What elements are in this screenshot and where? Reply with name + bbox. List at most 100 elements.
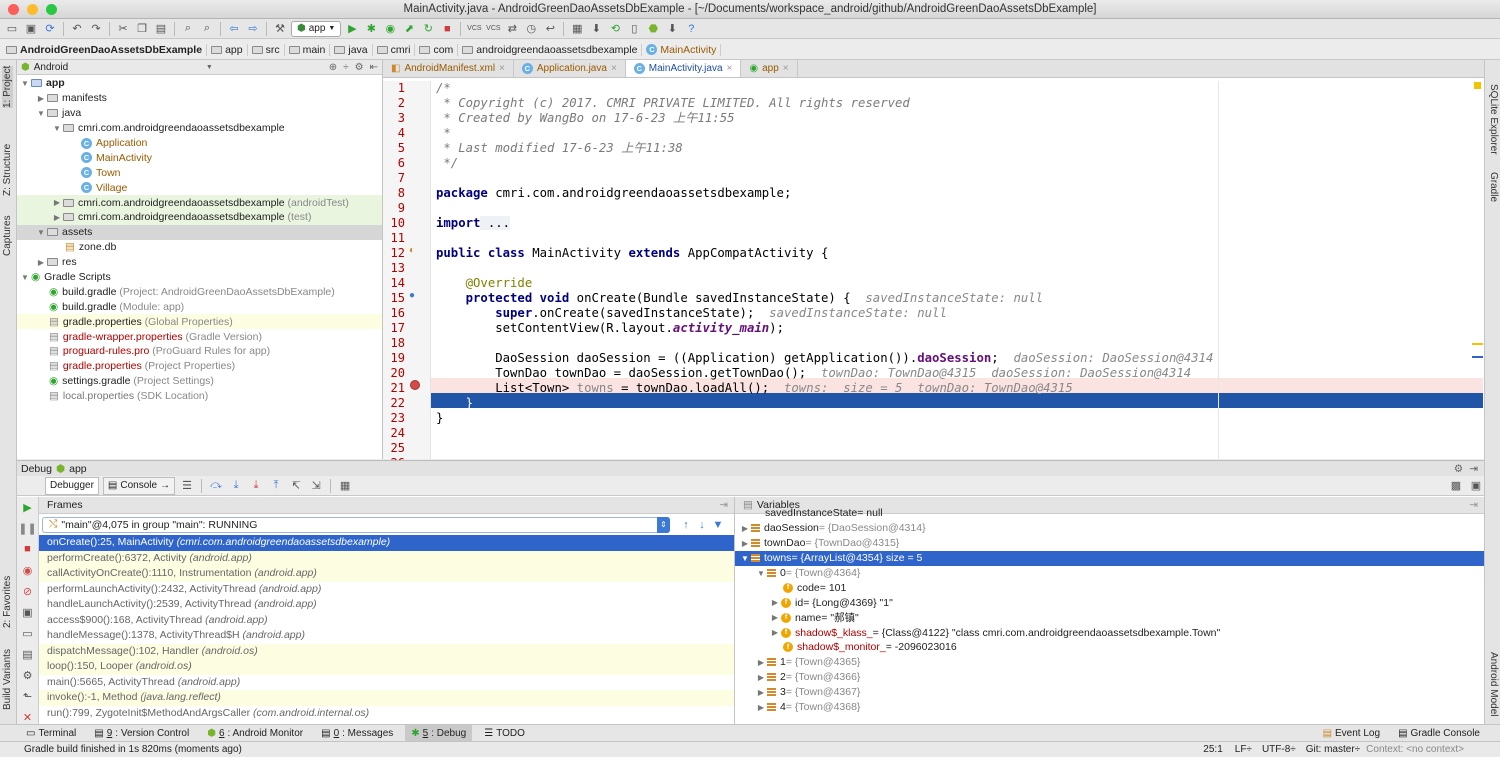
tool-tab-todo[interactable]: ☰ TODO bbox=[478, 725, 531, 741]
forward-icon[interactable]: ⇨ bbox=[245, 21, 261, 37]
stop-icon[interactable]: ■ bbox=[439, 21, 455, 37]
tree-item-zone-db[interactable]: ▤ zone.db bbox=[17, 240, 382, 255]
stack-frame[interactable]: loop():150, Looper (android.os) bbox=[39, 659, 734, 675]
run-config-select[interactable]: ⬢ app ▼ bbox=[291, 20, 342, 37]
tree-item-gradle-properties-global[interactable]: ▤ gradle.properties (Global Properties) bbox=[17, 314, 382, 330]
breadcrumb-project[interactable]: AndroidGreenDaoAssetsDbExample bbox=[6, 43, 208, 56]
breadcrumb-main[interactable]: main bbox=[288, 43, 331, 56]
close-debug-icon[interactable]: ✕ bbox=[20, 709, 36, 725]
tool-tab-structure[interactable]: Z: Structure bbox=[2, 144, 13, 196]
vcs-history-icon[interactable]: ◷ bbox=[523, 21, 539, 37]
variable-row[interactable]: ▶ 1 = {Town@4365} bbox=[735, 655, 1484, 670]
breadcrumb-com[interactable]: com bbox=[419, 43, 459, 56]
breadcrumb-app[interactable]: app bbox=[211, 43, 248, 56]
android-device-monitor-icon[interactable]: ⬣ bbox=[645, 21, 661, 37]
context-indicator[interactable]: Context: <no context> bbox=[1366, 744, 1464, 755]
hide-panel-icon[interactable]: ⇥ bbox=[719, 499, 728, 511]
run-icon[interactable]: ▶ bbox=[344, 21, 360, 37]
filter-icon[interactable]: ▼ bbox=[710, 517, 726, 533]
minimize-window-button[interactable] bbox=[27, 4, 38, 15]
tree-item-local-properties[interactable]: ▤ local.properties (SDK Location) bbox=[17, 389, 382, 404]
tool-tab-version-control[interactable]: ▤ 9: Version Control bbox=[88, 725, 195, 741]
code-area[interactable]: /* * Copyright (c) 2017. CMRI PRIVATE LI… bbox=[431, 81, 1483, 459]
previous-frame-icon[interactable]: ↑ bbox=[678, 517, 694, 533]
attach-debugger-icon[interactable]: ⬈ bbox=[401, 21, 417, 37]
vcs-revert-icon[interactable]: ↩ bbox=[542, 21, 558, 37]
restore-layout-icon[interactable]: ▩ bbox=[1448, 478, 1464, 494]
tool-tab-build-variants[interactable]: Build Variants bbox=[2, 649, 13, 710]
collapse-all-icon[interactable]: ÷ bbox=[343, 62, 349, 73]
project-view-select[interactable]: ⬢ Android bbox=[21, 62, 68, 73]
rerun-icon[interactable]: ↻ bbox=[420, 21, 436, 37]
stack-frame[interactable]: handleMessage():1378, ActivityThread$H (… bbox=[39, 628, 734, 644]
tool-tab-debug[interactable]: ✱ 5: Debug bbox=[405, 725, 473, 741]
stack-frame[interactable]: invoke():-1, Method (java.lang.reflect) bbox=[39, 690, 734, 706]
tree-item-application[interactable]: C Application bbox=[17, 136, 382, 151]
debug-icon[interactable]: ✱ bbox=[363, 21, 379, 37]
drop-frame-icon[interactable]: ↸ bbox=[288, 478, 304, 494]
tool-tab-event-log[interactable]: ▤ Event Log bbox=[1317, 725, 1387, 741]
stack-frame[interactable]: onCreate():25, MainActivity (cmri.com.an… bbox=[39, 535, 734, 551]
tree-item-androidtest-package[interactable]: ▶ cmri.com.androidgreendaoassetsdbexample… bbox=[17, 195, 382, 211]
variable-row[interactable]: ▶ townDao = {TownDao@4315} bbox=[735, 536, 1484, 551]
tab-debugger[interactable]: Debugger bbox=[45, 476, 99, 495]
close-tab-icon[interactable]: × bbox=[727, 63, 733, 74]
force-step-into-icon[interactable]: ⤓ bbox=[248, 478, 264, 494]
resume-icon[interactable]: ▶ bbox=[20, 499, 36, 515]
variable-row[interactable]: ▼ towns = {ArrayList@4354} size = 5 bbox=[735, 550, 1484, 566]
tool-tab-sqlite-explorer[interactable]: SQLite Explorer bbox=[1488, 84, 1499, 155]
make-project-icon[interactable]: ⚒ bbox=[272, 21, 288, 37]
variable-row[interactable]: ▼ 0 = {Town@4364} bbox=[735, 566, 1484, 581]
pause-icon[interactable]: ❚❚ bbox=[18, 520, 36, 536]
variable-row[interactable]: ▶ f name = "郝镇" bbox=[735, 610, 1484, 625]
redo-icon[interactable]: ↷ bbox=[88, 21, 104, 37]
stack-frame[interactable]: handleLaunchActivity():2539, ActivityThr… bbox=[39, 597, 734, 613]
tree-item-package[interactable]: ▼ cmri.com.androidgreendaoassetsdbexample bbox=[17, 121, 382, 136]
variable-row[interactable]: ▶ 4 = {Town@4368} bbox=[735, 700, 1484, 715]
stop-debug-icon[interactable]: ■ bbox=[20, 541, 36, 557]
git-branch[interactable]: Git: master÷ bbox=[1306, 744, 1360, 755]
show-execution-point-icon[interactable]: ☰ bbox=[179, 478, 195, 494]
gradle-sync-icon[interactable]: ⟲ bbox=[607, 21, 623, 37]
panel-settings-icon[interactable]: ▣ bbox=[1468, 478, 1484, 494]
tree-item-build-gradle-project[interactable]: ◉ build.gradle (Project: AndroidGreenDaoA… bbox=[17, 284, 382, 299]
mute-breakpoints-icon[interactable]: ⊘ bbox=[20, 583, 36, 599]
find-icon[interactable]: ⌕ bbox=[180, 21, 196, 37]
open-folder-icon[interactable]: ▭ bbox=[4, 21, 20, 37]
breadcrumb-java[interactable]: java bbox=[334, 43, 373, 56]
tab-android-manifest[interactable]: ◧ AndroidManifest.xml × bbox=[383, 60, 514, 77]
tree-item-town[interactable]: C Town bbox=[17, 165, 382, 180]
tree-item-proguard[interactable]: ▤ proguard-rules.pro (ProGuard Rules for … bbox=[17, 344, 382, 359]
step-out-icon[interactable]: ⤒ bbox=[268, 478, 284, 494]
tool-tab-captures[interactable]: Captures bbox=[2, 215, 13, 256]
breadcrumb-src[interactable]: src bbox=[251, 43, 285, 56]
avd-manager-icon[interactable]: ▯ bbox=[626, 21, 642, 37]
variable-row[interactable]: savedInstanceState = null bbox=[735, 506, 1484, 521]
cut-icon[interactable]: ✂ bbox=[115, 21, 131, 37]
project-structure-icon[interactable]: ▦ bbox=[569, 21, 585, 37]
variable-row[interactable]: ▶ 2 = {Town@4366} bbox=[735, 670, 1484, 685]
inspection-status-icon[interactable] bbox=[1474, 82, 1481, 89]
restore-icon[interactable]: ▤ bbox=[20, 646, 36, 662]
hide-panel-icon[interactable]: ⇥ bbox=[1469, 463, 1478, 475]
vcs-compare-icon[interactable]: ⇄ bbox=[504, 21, 520, 37]
close-tab-icon[interactable]: × bbox=[611, 63, 617, 74]
tree-item-gradle-properties-project[interactable]: ▤ gradle.properties (Project Properties) bbox=[17, 359, 382, 374]
vcs-commit-icon[interactable]: VCS bbox=[485, 21, 501, 37]
hide-panel-icon[interactable]: ⇤ bbox=[370, 62, 378, 73]
save-icon[interactable]: ▣ bbox=[23, 21, 39, 37]
tab-application-java[interactable]: C Application.java × bbox=[514, 60, 626, 77]
step-into-icon[interactable]: ⤓ bbox=[228, 478, 244, 494]
caret-position[interactable]: 25:1 bbox=[1203, 744, 1222, 755]
settings-icon[interactable]: ⚙ bbox=[355, 62, 364, 73]
zoom-window-button[interactable] bbox=[46, 4, 57, 15]
stack-frame[interactable]: run():799, ZygoteInit$MethodAndArgsCalle… bbox=[39, 706, 734, 722]
sdk-manager-icon[interactable]: ⬇ bbox=[588, 21, 604, 37]
view-breakpoints-icon[interactable]: ◉ bbox=[20, 562, 36, 578]
close-tab-icon[interactable]: × bbox=[783, 63, 789, 74]
breadcrumb-cmri[interactable]: cmri bbox=[376, 43, 416, 56]
tool-tab-gradle[interactable]: Gradle bbox=[1488, 172, 1499, 202]
tab-app-gradle[interactable]: ◉ app × bbox=[741, 60, 798, 77]
variable-row[interactable]: ▶ 3 = {Town@4367} bbox=[735, 685, 1484, 700]
stack-frame[interactable]: performLaunchActivity():2432, ActivityTh… bbox=[39, 582, 734, 598]
